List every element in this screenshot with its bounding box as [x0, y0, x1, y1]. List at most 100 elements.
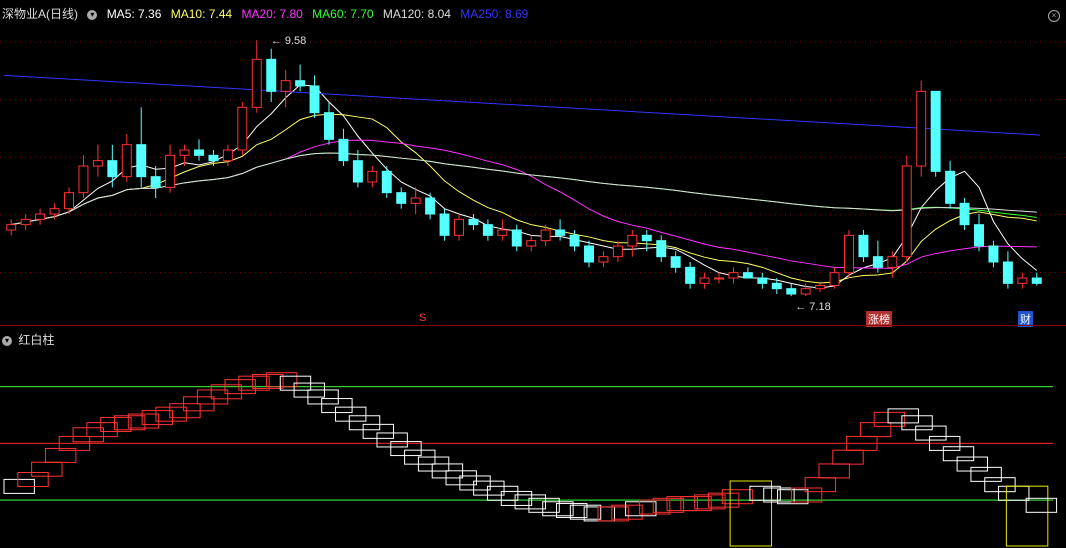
candle-body [887, 256, 898, 268]
candle-body [844, 234, 854, 274]
candle-body [136, 144, 147, 178]
candle-body [194, 149, 204, 156]
candle-body [425, 197, 436, 215]
indicator-bar [362, 423, 395, 439]
signal-box [729, 480, 773, 547]
price-legend: 深物业A(日线) ▾ MA5: 7.36 MA10: 7.44 MA20: 7.… [2, 5, 534, 22]
candle-body [959, 202, 970, 226]
indicator-bar [721, 489, 754, 505]
candle-body [64, 192, 74, 210]
indicator-bar [141, 410, 174, 426]
ma60-line [11, 152, 1037, 226]
indicator-bar [72, 427, 104, 443]
candle-body [699, 277, 710, 284]
candle-body [598, 256, 609, 263]
candle-body [555, 229, 566, 236]
legend-menu-icon[interactable]: ▾ [87, 9, 98, 20]
candle-body [685, 266, 696, 284]
candle-body [237, 106, 248, 151]
signal-box [1005, 485, 1049, 547]
candle-body [251, 58, 262, 108]
candle-body [6, 224, 17, 231]
indicator-bar [832, 449, 864, 465]
ma10-line [11, 113, 1037, 284]
candle-body [1002, 261, 1013, 284]
candle-body [92, 160, 103, 167]
candle-body [266, 58, 277, 92]
indicator-bar [86, 422, 118, 438]
indicator-bar [998, 485, 1030, 501]
indicator-bar [970, 466, 1002, 482]
indicator-panel[interactable] [0, 326, 1066, 548]
candle-body [20, 218, 31, 226]
stock-name: 深物业A(日线) [2, 7, 78, 21]
candle-body [627, 234, 638, 247]
ma120-line [11, 152, 1037, 226]
indicator-bar [984, 477, 1016, 493]
candle-body [121, 144, 132, 178]
candle-body [656, 240, 667, 258]
indicator-bar [500, 490, 533, 506]
indicator-menu-icon[interactable]: ▾ [2, 335, 12, 346]
ma250-label: MA250: 8.69 [460, 7, 529, 21]
candle-body [78, 165, 89, 194]
indicator-bar [915, 425, 947, 441]
ma250-line [3, 74, 1041, 136]
candle-body [381, 170, 392, 194]
candle-body [540, 229, 551, 242]
candle-body [367, 170, 378, 183]
indicator-bar [473, 480, 505, 496]
tag-s[interactable]: S [417, 312, 428, 324]
candle-body [757, 277, 768, 284]
candle-body [454, 218, 464, 236]
indicator-bar [486, 485, 519, 501]
candle-body [988, 245, 999, 263]
indicator-bar [873, 411, 906, 427]
indicator-bar [321, 398, 353, 414]
candle-body [612, 245, 623, 258]
candle-body [974, 224, 984, 247]
candle-body [107, 160, 118, 178]
indicator-bar [348, 415, 381, 431]
high-price-label: ← 9.58 [271, 35, 306, 47]
indicator-legend: ▾ 红白柱 [2, 331, 54, 348]
candle-body [916, 90, 927, 167]
candle-body [338, 138, 349, 162]
indicator-bar [942, 446, 975, 462]
candle-body [208, 154, 219, 162]
ma10-label: MA10: 7.44 [170, 7, 233, 21]
indicator-bar [376, 432, 408, 448]
candle-body [1031, 277, 1042, 284]
candle-body [641, 234, 652, 242]
candle-body [295, 80, 306, 87]
ma120-label: MA120: 8.04 [382, 7, 451, 21]
candle-body [511, 229, 522, 247]
candle-body [714, 277, 724, 280]
candle-body [439, 213, 450, 236]
candle-body [49, 208, 60, 215]
candle-body [179, 149, 190, 156]
candle-body [35, 213, 46, 220]
ma20-line [11, 139, 1037, 269]
candle-body [945, 170, 956, 204]
candle-body [901, 165, 912, 258]
candle-body [670, 256, 681, 268]
indicator-bar [956, 456, 989, 472]
candle-body [1017, 277, 1028, 284]
candle-body [858, 234, 869, 258]
candle-body [872, 256, 883, 268]
red-white-bar-chart [0, 372, 1058, 547]
indicator-name: 红白柱 [18, 333, 55, 347]
candle-body [482, 224, 493, 236]
low-price-label: ← 7.18 [795, 301, 830, 313]
candle-body [352, 160, 363, 183]
candle-body [771, 282, 782, 290]
candle-body [584, 245, 594, 263]
candle-body [280, 80, 291, 92]
ma60-label: MA60: 7.70 [312, 7, 374, 21]
indicator-bar [335, 406, 367, 422]
indicator-bar [859, 422, 892, 438]
price-chart-panel[interactable]: 深物业A(日线) ▾ MA5: 7.36 MA10: 7.44 MA20: 7.… [0, 0, 1066, 327]
candle-body [728, 272, 739, 279]
candlestick-chart: ← 9.58 ← 7.18 [0, 35, 1066, 313]
